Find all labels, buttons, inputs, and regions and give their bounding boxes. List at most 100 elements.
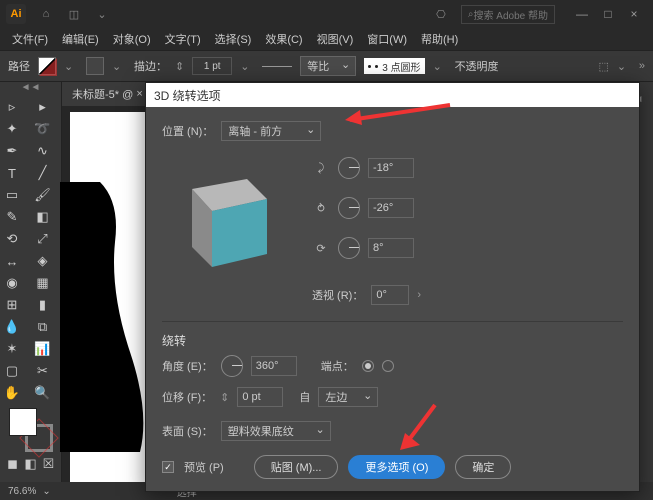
slice-tool[interactable]: ✂ [31, 360, 55, 382]
from-select[interactable]: 左边 [318, 387, 378, 407]
axis-x-icon: ⤸ [312, 159, 330, 177]
map-art-button[interactable]: 贴图 (M)... [254, 455, 339, 479]
brush-tool[interactable]: 🖌 [31, 184, 55, 206]
chevron-down-icon[interactable]: ⌄ [433, 60, 447, 73]
line-preview [262, 66, 292, 67]
menu-icon[interactable]: » [639, 60, 645, 72]
stepper-icon[interactable]: ⇕ [175, 60, 184, 73]
surface-label: 表面 (S)： [162, 423, 213, 439]
hand-tool[interactable]: ✋ [0, 382, 24, 404]
stroke-weight-input[interactable] [192, 57, 232, 75]
none-mode[interactable]: ☒ [41, 456, 57, 472]
surface-select[interactable]: 塑料效果底纹 [221, 421, 331, 441]
gradient-mode[interactable]: ◧ [23, 456, 39, 472]
chevron-down-icon[interactable]: ⌄ [617, 60, 631, 73]
cube-preview[interactable] [162, 149, 292, 279]
rotate-tool[interactable]: ⟲ [0, 228, 24, 250]
axis-z-icon: ⟳ [312, 239, 330, 257]
menu-edit[interactable]: 编辑(E) [56, 29, 105, 49]
line-tool[interactable]: ╱ [31, 162, 55, 184]
eyedropper-tool[interactable]: 💧 [0, 316, 24, 338]
perspective-label: 透视 (R)： [312, 287, 363, 303]
shaper-tool[interactable]: ✎ [0, 206, 24, 228]
fill-swatch[interactable] [38, 57, 56, 75]
fill-stroke-control[interactable] [9, 408, 53, 452]
maximize-button[interactable]: □ [595, 4, 621, 24]
angle-dial[interactable] [221, 355, 243, 377]
curvature-tool[interactable]: ∿ [31, 140, 55, 162]
rectangle-tool[interactable]: ▭ [0, 184, 24, 206]
chevron-down-icon[interactable]: ⌄ [64, 60, 78, 73]
cap-off-radio[interactable] [382, 360, 394, 372]
stroke-swatch[interactable] [86, 57, 104, 75]
style-icon[interactable]: ⬚ [598, 60, 608, 73]
stepper-icon[interactable]: ⇕ [220, 391, 229, 404]
dialog-title: 3D 绕转选项 [146, 83, 639, 107]
cap-label: 端点： [321, 358, 354, 374]
zoom-value[interactable]: 76.6% [8, 486, 36, 497]
path-label: 路径 [8, 58, 30, 74]
ok-button[interactable]: 确定 [455, 455, 511, 479]
eraser-tool[interactable]: ◧ [31, 206, 55, 228]
symbol-tool[interactable]: ✶ [0, 338, 24, 360]
menu-help[interactable]: 帮助(H) [415, 29, 464, 49]
scale-tool[interactable]: ⤢ [31, 228, 55, 250]
blend-tool[interactable]: ⧉ [31, 316, 55, 338]
dash-preview[interactable]: 3 点圆形 [364, 58, 424, 74]
chevron-right-icon[interactable]: › [417, 289, 421, 301]
mesh-tool[interactable]: ⊞ [0, 294, 24, 316]
menu-select[interactable]: 选择(S) [209, 29, 258, 49]
search-input[interactable]: ⌕ 搜索 Adobe 帮助 [461, 5, 555, 24]
color-mode[interactable]: ◼ [5, 456, 21, 472]
graph-tool[interactable]: 📊 [31, 338, 55, 360]
cap-on-radio[interactable] [362, 360, 374, 372]
type-tool[interactable]: T [0, 162, 24, 184]
angle-input[interactable] [251, 356, 297, 376]
menu-object[interactable]: 对象(O) [107, 29, 157, 49]
offset-input[interactable] [237, 387, 283, 407]
rotate-x-dial[interactable] [338, 157, 360, 179]
chevron-down-icon[interactable]: ⌄ [42, 486, 50, 497]
zoom-tool[interactable]: 🔍 [31, 382, 55, 404]
magic-wand-tool[interactable]: ✦ [0, 118, 24, 140]
shape-builder-tool[interactable]: ◉ [0, 272, 24, 294]
cube-icon[interactable]: ◫ [62, 2, 86, 26]
preview-checkbox[interactable]: ✓ [162, 461, 174, 473]
preview-label: 预览 (P) [184, 459, 224, 475]
menu-view[interactable]: 视图(V) [311, 29, 360, 49]
perspective-input[interactable] [371, 285, 409, 305]
chevron-down-icon[interactable]: ⌄ [112, 60, 126, 73]
menu-window[interactable]: 窗口(W) [361, 29, 413, 49]
document-tab[interactable]: 未标题-5* @ × [62, 82, 153, 106]
cloud-icon[interactable]: ⎔ [429, 2, 453, 26]
rotate-z-dial[interactable] [338, 237, 360, 259]
rotate-y-dial[interactable] [338, 197, 360, 219]
rotate-y-input[interactable] [368, 198, 414, 218]
width-tool[interactable]: ↔ [0, 250, 24, 272]
gradient-tool[interactable]: ▮ [31, 294, 55, 316]
direct-selection-tool[interactable]: ▸ [31, 96, 55, 118]
menu-file[interactable]: 文件(F) [6, 29, 54, 49]
more-options-button[interactable]: 更多选项 (O) [348, 455, 445, 479]
position-select[interactable]: 离轴 - 前方 [221, 121, 321, 141]
selection-tool[interactable]: ▹ [0, 96, 24, 118]
rotate-z-input[interactable] [368, 238, 414, 258]
opacity-label: 不透明度 [455, 58, 499, 74]
free-transform-tool[interactable]: ◈ [31, 250, 55, 272]
artboard-tool[interactable]: ▢ [0, 360, 24, 382]
fill-box[interactable] [9, 408, 37, 436]
rotate-x-input[interactable] [368, 158, 414, 178]
menu-type[interactable]: 文字(T) [159, 29, 207, 49]
close-button[interactable]: × [621, 4, 647, 24]
uniform-select[interactable]: 等比 [300, 56, 356, 76]
chevron-down-icon[interactable]: ⌄ [90, 2, 114, 26]
perspective-tool[interactable]: ▦ [31, 272, 55, 294]
collapse-icon[interactable]: ◄◄ [0, 82, 61, 96]
chevron-down-icon[interactable]: ⌄ [240, 60, 254, 73]
pen-tool[interactable]: ✒ [0, 140, 24, 162]
home-icon[interactable]: ⌂ [34, 2, 58, 26]
lasso-tool[interactable]: ➰ [31, 118, 55, 140]
minimize-button[interactable]: — [569, 4, 595, 24]
offset-label: 位移 (F)： [162, 389, 212, 405]
menu-effect[interactable]: 效果(C) [259, 29, 308, 49]
